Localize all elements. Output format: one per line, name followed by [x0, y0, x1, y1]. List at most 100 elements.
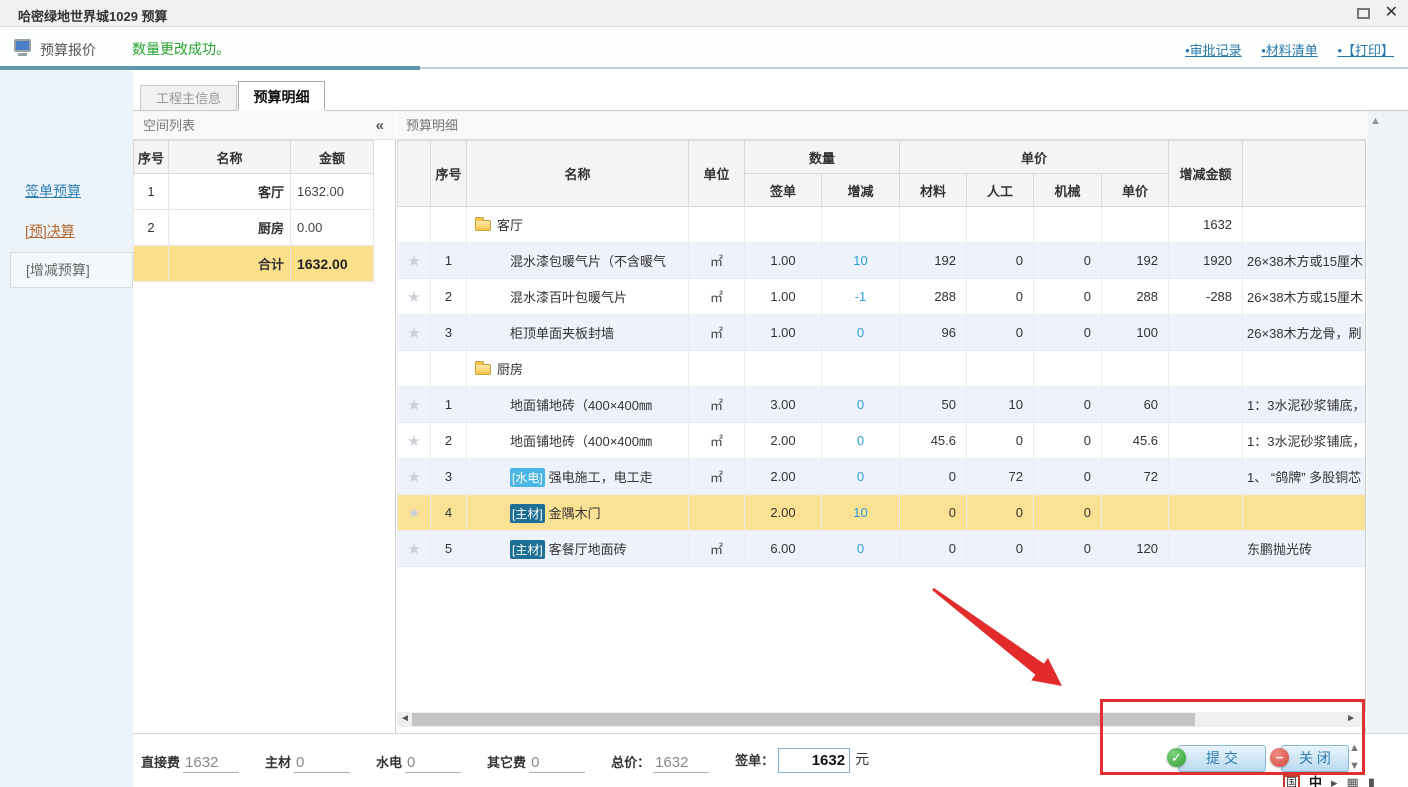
space-row-seq: 2	[134, 210, 169, 246]
item-labor-price: 0	[967, 531, 1034, 567]
item-change-amount	[1169, 531, 1243, 567]
col-remark	[1243, 141, 1366, 207]
item-remark	[1243, 495, 1366, 531]
item-machine-price: 0	[1034, 459, 1102, 495]
col-seq: 序号	[431, 141, 467, 207]
item-unit-price: 100	[1102, 315, 1169, 351]
item-qty-change[interactable]: 0	[822, 423, 900, 459]
scroll-left-icon[interactable]: ◄	[400, 713, 410, 724]
star-icon[interactable]: ★	[398, 495, 431, 531]
group-change-amount: 1632	[1169, 207, 1243, 243]
sidebar-item-sign-budget[interactable]: 签单预算	[25, 181, 81, 201]
footer-scroll-down-icon[interactable]: ▼	[1349, 760, 1360, 772]
submit-button[interactable]: ✓ 提 交	[1178, 745, 1266, 772]
close-form-button[interactable]: − 关 闭	[1281, 745, 1349, 772]
item-remark: 东鹏抛光砖	[1243, 531, 1366, 567]
item-row[interactable]: ★ 1 混水漆包暖气片（不含暖气 ㎡ 1.00 10 192 0 0 192 1…	[398, 243, 1366, 279]
footer-field-value: 0	[529, 754, 585, 773]
footer-field-value: 0	[294, 754, 350, 773]
item-qty-change[interactable]: 0	[822, 387, 900, 423]
main-material-badge: [主材]	[510, 540, 545, 559]
item-remark: 1：3水泥砂浆铺底，	[1243, 387, 1366, 423]
item-change-amount	[1169, 495, 1243, 531]
scroll-right-icon[interactable]: ►	[1346, 713, 1356, 724]
item-unit-price: 120	[1102, 531, 1169, 567]
ime-language-icon[interactable]: 国	[1283, 775, 1300, 787]
col-qty-group: 数量	[745, 141, 900, 174]
material-list-link[interactable]: •材料清单	[1261, 43, 1318, 58]
group-change-amount	[1169, 351, 1243, 387]
item-row[interactable]: ★ 5 [主材]客餐厅地面砖 ㎡ 6.00 0 0 0 0 120 东鹏抛光砖	[398, 531, 1366, 567]
star-icon[interactable]: ★	[398, 531, 431, 567]
scroll-up-icon[interactable]: ▲	[1370, 115, 1381, 127]
horizontal-scrollbar[interactable]: ◄ ►	[397, 712, 1366, 727]
item-qty-change[interactable]: -1	[822, 279, 900, 315]
item-row[interactable]: ★ 3 柜顶单面夹板封墙 ㎡ 1.00 0 96 0 0 100 26×38木方…	[398, 315, 1366, 351]
horizontal-scroll-thumb[interactable]	[412, 713, 1195, 726]
ime-toolbar-icon[interactable]: ▮	[1368, 775, 1375, 787]
sign-total-input[interactable]	[778, 748, 850, 773]
item-seq: 1	[431, 243, 467, 279]
space-row[interactable]: 2 厨房 0.00	[134, 210, 374, 246]
col-change-amount: 增减金额	[1169, 141, 1243, 207]
space-row[interactable]: 1 客厅 1632.00	[134, 174, 374, 210]
ime-language-bar[interactable]: 国 中 ▸ ▦ ▮	[1283, 775, 1375, 787]
print-link[interactable]: •【打印】	[1337, 43, 1394, 58]
item-material-price: 96	[900, 315, 967, 351]
item-unit	[689, 495, 745, 531]
item-qty-change[interactable]: 0	[822, 459, 900, 495]
check-circle-icon: ✓	[1167, 748, 1186, 767]
space-list-panel: 序号 名称 金额 1 客厅 1632.002 厨房 0.00 合计 1632.0…	[133, 140, 396, 733]
item-remark: 26×38木方或15厘木	[1243, 243, 1366, 279]
item-unit: ㎡	[689, 423, 745, 459]
item-machine-price: 0	[1034, 243, 1102, 279]
item-qty-change[interactable]: 0	[822, 531, 900, 567]
star-icon[interactable]: ★	[398, 423, 431, 459]
space-table-body: 1 客厅 1632.002 厨房 0.00	[134, 174, 374, 246]
star-icon[interactable]: ★	[398, 315, 431, 351]
col-star	[398, 141, 431, 207]
tab-bar: 工程主信息 预算明细	[133, 81, 1408, 111]
item-row[interactable]: ★ 2 混水漆百叶包暖气片 ㎡ 1.00 -1 288 0 0 288 -288…	[398, 279, 1366, 315]
item-unit-price: 60	[1102, 387, 1169, 423]
approval-record-link[interactable]: •审批记录	[1185, 43, 1242, 58]
vertical-scrollbar[interactable]: ▲	[1367, 111, 1408, 733]
item-row[interactable]: ★ 4 [主材]金隅木门 2.00 10 0 0 0	[398, 495, 1366, 531]
item-labor-price: 0	[967, 495, 1034, 531]
ime-keyboard-icon[interactable]: ▦	[1347, 775, 1359, 787]
group-row[interactable]: 客厅 1632	[398, 207, 1366, 243]
collapse-panel-icon[interactable]: «	[376, 111, 384, 140]
item-row[interactable]: ★ 3 [水电]强电施工，电工走 ㎡ 2.00 0 0 72 0 72 1、 “…	[398, 459, 1366, 495]
star-icon[interactable]: ★	[398, 279, 431, 315]
sidebar-item-pre-settlement[interactable]: [预]决算	[25, 221, 75, 241]
item-qty-sign: 1.00	[745, 279, 822, 315]
star-icon[interactable]: ★	[398, 243, 431, 279]
star-icon[interactable]: ★	[398, 387, 431, 423]
ime-pointer-icon[interactable]: ▸	[1331, 775, 1338, 787]
folder-icon	[475, 364, 491, 375]
item-name: 混水漆包暖气片（不含暖气	[467, 243, 689, 279]
item-qty-change[interactable]: 10	[822, 495, 900, 531]
item-row[interactable]: ★ 2 地面铺地砖（400×400㎜ ㎡ 2.00 0 45.6 0 0 45.…	[398, 423, 1366, 459]
footer-field-label: 直接费	[141, 752, 180, 773]
sidebar-item-change-budget[interactable]: [增减预算]	[10, 252, 133, 288]
ime-chinese-mode-icon[interactable]: 中	[1309, 775, 1322, 787]
close-button[interactable]: ✕	[1385, 6, 1398, 20]
footer-scroll-up-icon[interactable]: ▲	[1349, 742, 1360, 754]
tab-budget-detail[interactable]: 预算明细	[238, 81, 325, 111]
space-list-title: 空间列表	[143, 118, 195, 133]
footer-field-label: 其它费	[487, 752, 526, 773]
item-labor-price: 0	[967, 315, 1034, 351]
group-row[interactable]: 厨房	[398, 351, 1366, 387]
item-qty-change[interactable]: 10	[822, 243, 900, 279]
item-name: 混水漆百叶包暖气片	[467, 279, 689, 315]
item-unit: ㎡	[689, 315, 745, 351]
tab-project-info[interactable]: 工程主信息	[140, 85, 237, 110]
star-icon[interactable]: ★	[398, 459, 431, 495]
item-change-amount: -288	[1169, 279, 1243, 315]
budget-detail-header: 预算明细	[397, 111, 1366, 140]
item-unit-price: 288	[1102, 279, 1169, 315]
item-qty-change[interactable]: 0	[822, 315, 900, 351]
maximize-button[interactable]	[1357, 8, 1370, 19]
item-row[interactable]: ★ 1 地面铺地砖（400×400㎜ ㎡ 3.00 0 50 10 0 60 1…	[398, 387, 1366, 423]
